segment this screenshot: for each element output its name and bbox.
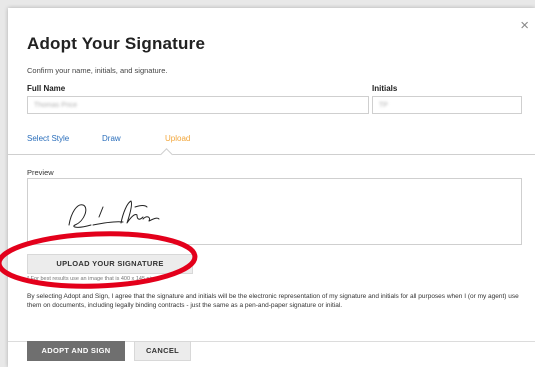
tab-draw[interactable]: Draw xyxy=(102,134,121,143)
tab-upload[interactable]: Upload xyxy=(165,134,190,143)
full-name-field[interactable]: Thomas Price xyxy=(27,96,369,114)
upload-signature-button[interactable]: UPLOAD YOUR SIGNATURE xyxy=(27,254,193,274)
upload-hint: * For best results use an image that is … xyxy=(27,276,161,282)
initials-field[interactable]: TP xyxy=(372,96,522,114)
full-name-label: Full Name xyxy=(27,84,66,93)
adopt-signature-dialog: × Adopt Your Signature Confirm your name… xyxy=(8,8,535,367)
adopt-and-sign-button[interactable]: ADOPT AND SIGN xyxy=(27,341,125,361)
active-tab-indicator xyxy=(160,148,173,161)
initials-label: Initials xyxy=(372,84,398,93)
dialog-title: Adopt Your Signature xyxy=(27,34,206,53)
dialog-subtitle: Confirm your name, initials, and signatu… xyxy=(27,66,168,75)
cancel-button[interactable]: CANCEL xyxy=(134,341,191,361)
tab-divider xyxy=(8,154,535,155)
legal-disclaimer: By selecting Adopt and Sign, I agree tha… xyxy=(27,293,519,309)
signature-preview xyxy=(27,178,522,245)
tab-select-style[interactable]: Select Style xyxy=(27,134,69,143)
full-name-value: Thomas Price xyxy=(34,102,78,109)
signature-image xyxy=(68,200,160,228)
close-icon[interactable]: × xyxy=(520,18,529,33)
preview-label: Preview xyxy=(27,168,54,177)
initials-value: TP xyxy=(379,102,388,109)
